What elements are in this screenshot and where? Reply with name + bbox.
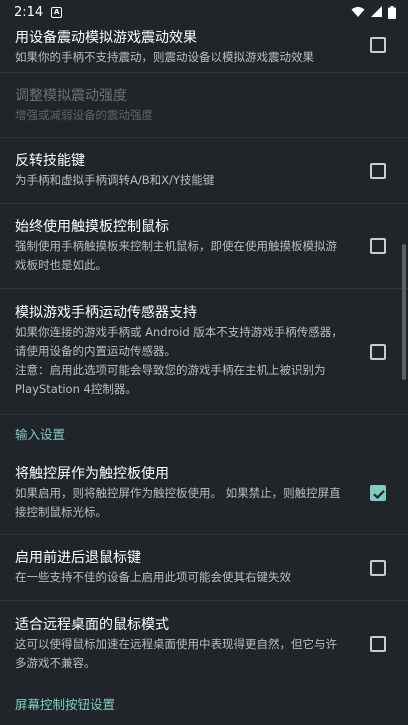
scrollbar[interactable] bbox=[402, 244, 406, 380]
settings-list[interactable]: 用设备震动模拟游戏震动效果 如果你的手柄不支持震动，则震动设备以模拟游戏震动效果… bbox=[0, 24, 408, 725]
input-settings-header: 输入设置 bbox=[15, 426, 66, 442]
setting-summary: 在一些支持不佳的设备上启用此项可能会使其右键失效 bbox=[15, 570, 291, 584]
setting-title: 启用前进后退鼠标键 bbox=[15, 550, 141, 566]
setting-title: 适合远程桌面的鼠标模式 bbox=[15, 616, 169, 633]
remote-desktop-mouse-checkbox[interactable] bbox=[370, 635, 386, 652]
setting-title: 用设备震动模拟游戏震动效果 bbox=[15, 29, 197, 46]
setting-remote-desktop-mouse[interactable]: 适合远程桌面的鼠标模式 这可以使得鼠标加速在远程桌面使用中表现得更自然，但它与许… bbox=[0, 601, 408, 686]
setting-summary: 为手柄和虚拟手柄调转A/B和X/Y技能键 bbox=[15, 173, 215, 187]
setting-title: 将触控屏作为触控板使用 bbox=[15, 465, 169, 482]
vibrate-device-checkbox[interactable] bbox=[370, 37, 386, 53]
setting-vibrate-device[interactable]: 用设备震动模拟游戏震动效果 如果你的手柄不支持震动，则震动设备以模拟游戏震动效果 bbox=[0, 18, 408, 73]
setting-back-forward-mouse[interactable]: 启用前进后退鼠标键 在一些支持不佳的设备上启用此项可能会使其右键失效 bbox=[0, 535, 408, 601]
setting-motion-sensor[interactable]: 模拟游戏手柄运动传感器支持 如果你连接的游戏手柄或 Android 版本不支持游… bbox=[0, 289, 408, 415]
setting-summary: 增强或减弱设备的震动强度 bbox=[15, 107, 153, 122]
flip-face-buttons-checkbox[interactable] bbox=[370, 162, 386, 179]
screen-controls-header: 屏幕控制按钮设置 bbox=[15, 697, 116, 712]
setting-touchscreen-trackpad[interactable]: 将触控屏作为触控板使用 如果启用，则将触控屏作为触控板使用。 如果禁止，则触控屏… bbox=[0, 451, 408, 535]
wifi-icon bbox=[351, 7, 365, 17]
battery-icon bbox=[388, 5, 396, 19]
setting-flip-face-buttons[interactable]: 反转技能键 为手柄和虚拟手柄调转A/B和X/Y技能键 bbox=[0, 138, 408, 204]
setting-title: 模拟游戏手柄运动传感器支持 bbox=[15, 305, 197, 321]
setting-summary: 如果你连接的游戏手柄或 Android 版本不支持游戏手柄传感器，请使用设备的内… bbox=[15, 325, 343, 396]
cell-signal-icon bbox=[371, 6, 382, 17]
touchscreen-trackpad-checkbox[interactable] bbox=[370, 484, 386, 501]
setting-title: 反转技能键 bbox=[15, 153, 85, 169]
check-icon bbox=[373, 489, 385, 499]
setting-title: 始终使用触摸板控制鼠标 bbox=[15, 219, 169, 235]
setting-summary: 强制使用手柄触摸板来控制主机鼠标，即使在使用触摸板模拟游戏板时也是如此。 bbox=[15, 239, 337, 272]
setting-summary: 如果你的手柄不支持震动，则震动设备以模拟游戏震动效果 bbox=[15, 49, 314, 64]
notification-icon: A bbox=[51, 6, 63, 18]
back-forward-mouse-checkbox[interactable] bbox=[370, 559, 386, 576]
motion-sensor-checkbox[interactable] bbox=[370, 343, 386, 360]
setting-title: 调整模拟震动强度 bbox=[15, 87, 127, 104]
setting-touchpad-mouse[interactable]: 始终使用触摸板控制鼠标 强制使用手柄触摸板来控制主机鼠标，即使在使用触摸板模拟游… bbox=[0, 204, 408, 289]
setting-vibration-strength: 调整模拟震动强度 增强或减弱设备的震动强度 bbox=[0, 73, 408, 138]
setting-summary: 这可以使得鼠标加速在远程桌面使用中表现得更自然，但它与许多游戏不兼容。 bbox=[15, 636, 337, 670]
setting-summary: 如果启用，则将触控屏作为触控板使用。 如果禁止，则触控屏直接控制鼠标光标。 bbox=[15, 485, 341, 519]
touchpad-mouse-checkbox[interactable] bbox=[370, 238, 386, 254]
